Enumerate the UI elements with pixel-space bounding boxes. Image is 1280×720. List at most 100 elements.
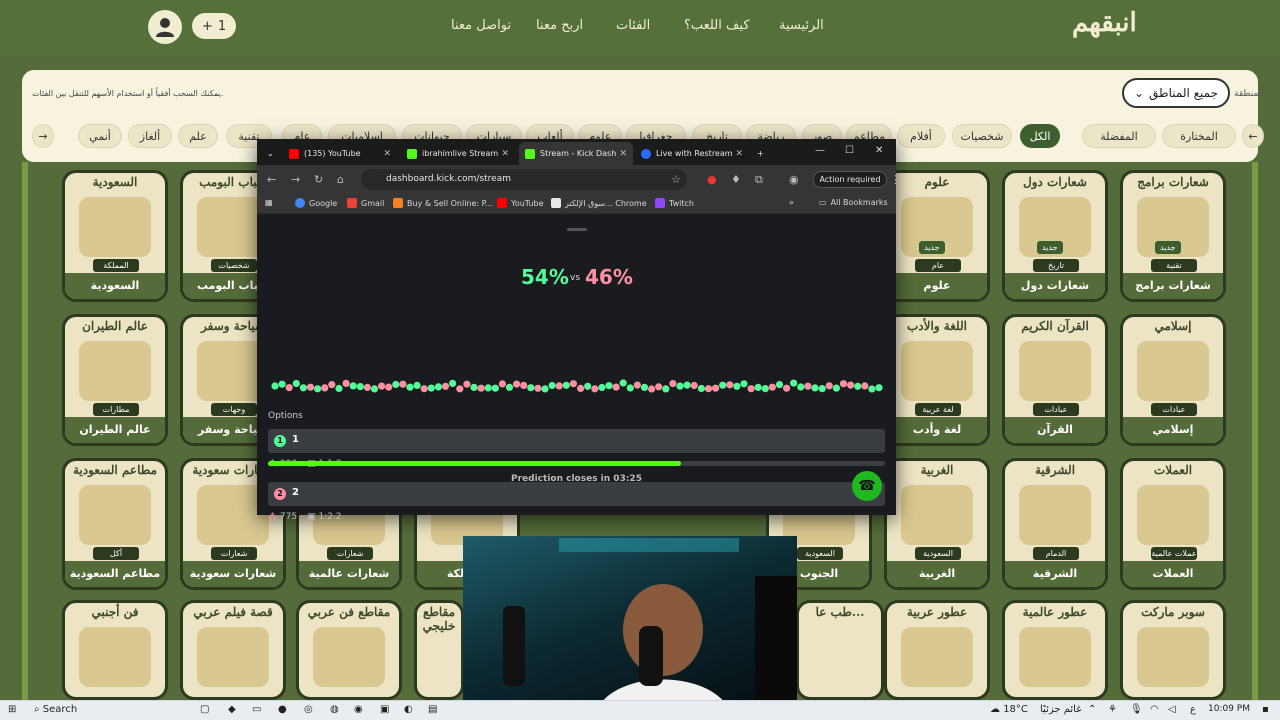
close-icon[interactable]: ✕ [383, 149, 391, 159]
maximize-icon[interactable]: ☐ [845, 145, 854, 156]
category-card[interactable]: قصة فيلم عربي [180, 600, 286, 700]
drag-handle[interactable] [567, 228, 587, 231]
minimize-icon[interactable]: — [815, 145, 825, 156]
nav-how-to-play[interactable]: كيف اللعب؟ [684, 18, 750, 33]
category-card[interactable]: شعارات دول جديد تاريخ شعارات دول [1002, 170, 1108, 302]
chrome-icon[interactable]: ◉ [354, 704, 363, 715]
bookmark-google[interactable]: Google [295, 198, 337, 208]
close-icon[interactable]: ✕ [619, 149, 627, 159]
site-logo[interactable]: انبقهم [1072, 8, 1137, 38]
weather-icon[interactable]: ☁ 18°C [990, 704, 1028, 715]
nav-contact[interactable]: تواصل معنا [451, 18, 511, 33]
tab-restream[interactable]: Live with Restream ✕ [635, 142, 749, 165]
credits-button[interactable]: + 1 [192, 13, 236, 39]
back-icon[interactable]: ← [267, 173, 276, 186]
chevron-up-icon[interactable]: ⌃ [1088, 704, 1096, 715]
tab-search-button[interactable]: ⌄ [261, 142, 279, 165]
app-icon[interactable]: ▣ [380, 704, 389, 715]
bookmark-star-icon[interactable]: ☆ [671, 173, 681, 186]
chip-knowledge[interactable]: علم [178, 124, 218, 148]
notification-icon[interactable]: ▪ [1262, 704, 1269, 715]
chip-puzzles[interactable]: ألغاز [128, 124, 172, 148]
reload-icon[interactable]: ↻ [314, 173, 323, 186]
app-tray-icon[interactable]: ⚘ [1108, 704, 1117, 715]
category-card[interactable]: إسلامي عبادات إسلامي [1120, 314, 1226, 446]
chips-next-arrow-icon[interactable]: → [32, 124, 54, 148]
category-card[interactable]: علوم جديد عام علوم [884, 170, 990, 302]
close-window-icon[interactable]: ✕ [875, 145, 883, 156]
discord-icon[interactable]: ◐ [404, 704, 413, 715]
category-card[interactable]: مقاطع خليجي [414, 600, 464, 700]
category-card[interactable]: السعودية المملكة السعودية [62, 170, 168, 302]
category-card[interactable]: شعارات برامج جديد تقنية شعارات برامج [1120, 170, 1226, 302]
tab-youtube[interactable]: (135) YouTube ✕ [283, 142, 397, 165]
chip-anime[interactable]: أنمي [78, 124, 122, 148]
bookmark-twitch[interactable]: Twitch [655, 198, 694, 208]
edge-icon[interactable]: ◍ [330, 704, 339, 715]
close-icon[interactable]: ✕ [501, 149, 509, 159]
category-card[interactable]: مطاعم السعودية أكل مطاعم السعودية [62, 458, 168, 590]
bookmark-buy-sell[interactable]: Buy & Sell Online: P... [393, 198, 493, 208]
chip-all[interactable]: الكل [1020, 124, 1060, 148]
bookmark-gmail[interactable]: Gmail [347, 198, 384, 208]
app-icon[interactable]: ● [278, 704, 287, 715]
tab-ibrahimlive[interactable]: ibrahimlive Stream ✕ [401, 142, 515, 165]
option-1-row[interactable]: 1 1 [268, 429, 885, 453]
file-explorer-icon[interactable]: ▭ [252, 704, 261, 715]
home-icon[interactable]: ⌂ [337, 173, 344, 186]
nav-categories[interactable]: الفئات [616, 18, 650, 33]
chip-movies[interactable]: أفلام [897, 124, 945, 148]
address-bar[interactable]: dashboard.kick.com/stream [361, 169, 687, 190]
category-card[interactable]: سوبر ماركت [1120, 600, 1226, 700]
category-card[interactable]: فن أجنبي [62, 600, 168, 700]
category-card[interactable]: مقاطع فن عربي [296, 600, 402, 700]
category-card[interactable]: عطور عربية [884, 600, 990, 700]
category-card[interactable]: عطور عالمية [1002, 600, 1108, 700]
support-chat-button[interactable]: ☎ [852, 471, 882, 501]
chip-characters[interactable]: شخصيات [952, 124, 1012, 148]
action-required-button[interactable]: Action required [813, 171, 887, 188]
extension-icon[interactable]: ● [707, 173, 717, 186]
app-icon[interactable]: ◎ [304, 704, 313, 715]
bookmark-label: Google [309, 198, 338, 208]
extension-icon[interactable]: ♦ [731, 173, 741, 186]
language-indicator[interactable]: ع [1190, 704, 1196, 715]
chip-featured[interactable]: المختارة [1162, 124, 1236, 148]
category-card[interactable]: الغربية السعودية الغربية [884, 458, 990, 590]
menu-icon[interactable]: ⋮ [890, 173, 901, 186]
nav-earn[interactable]: اربح معنا [536, 18, 583, 33]
app-icon[interactable]: ▤ [428, 704, 437, 715]
category-card[interactable]: اللغة والأدب لغة عربية لغة وأدب [884, 314, 990, 446]
category-card[interactable]: الشرقية الدمام الشرقية [1002, 458, 1108, 590]
windows-start-icon[interactable]: ⊞ [8, 704, 16, 715]
wifi-icon[interactable]: ◠ [1150, 704, 1159, 715]
bookmark-chrome-store[interactable]: سوق الإلكتر... Chrome [551, 198, 647, 208]
close-icon[interactable]: ✕ [735, 149, 743, 159]
bookmarks-overflow-icon[interactable]: » [789, 198, 794, 207]
new-tab-button[interactable]: + [751, 142, 769, 165]
user-avatar-button[interactable] [148, 10, 182, 44]
clock[interactable]: 10:09 PM [1208, 704, 1250, 714]
mic-icon[interactable]: 🎙 [1130, 704, 1143, 715]
tab-strip: ⌄ (135) YouTube ✕ ibrahimlive Stream ✕ S… [257, 139, 896, 165]
category-card[interactable]: طب عا... [796, 600, 884, 700]
category-card[interactable]: القرآن الكريم عبادات القرآن [1002, 314, 1108, 446]
chips-prev-arrow-icon[interactable]: ← [1242, 124, 1264, 148]
category-card[interactable]: العملات عملات عالمية العملات [1120, 458, 1226, 590]
all-bookmarks[interactable]: ▭ All Bookmarks [819, 198, 888, 207]
tab-kick-dashboard[interactable]: Stream - Kick Dash ✕ [519, 142, 633, 165]
volume-icon[interactable]: ◁ [1168, 704, 1176, 715]
nav-home[interactable]: الرئيسية [779, 18, 824, 33]
bookmark-youtube[interactable]: YouTube [497, 198, 544, 208]
apps-grid-icon[interactable]: ▦ [265, 198, 273, 207]
extensions-puzzle-icon[interactable]: ⧉ [755, 173, 763, 187]
task-view-icon[interactable]: ▢ [200, 704, 209, 715]
region-select[interactable]: ⌄ جميع المناطق [1122, 78, 1230, 108]
app-icon[interactable]: ◆ [228, 704, 236, 715]
chip-favorites[interactable]: المفضلة [1082, 124, 1156, 148]
profile-icon[interactable]: ◉ [789, 173, 799, 186]
category-card[interactable]: عالم الطيران مطارات عالم الطيران [62, 314, 168, 446]
option-2-row[interactable]: 2 2 [268, 482, 885, 506]
taskbar-search[interactable]: ⌕ Search [34, 704, 77, 715]
forward-icon[interactable]: → [291, 173, 300, 186]
